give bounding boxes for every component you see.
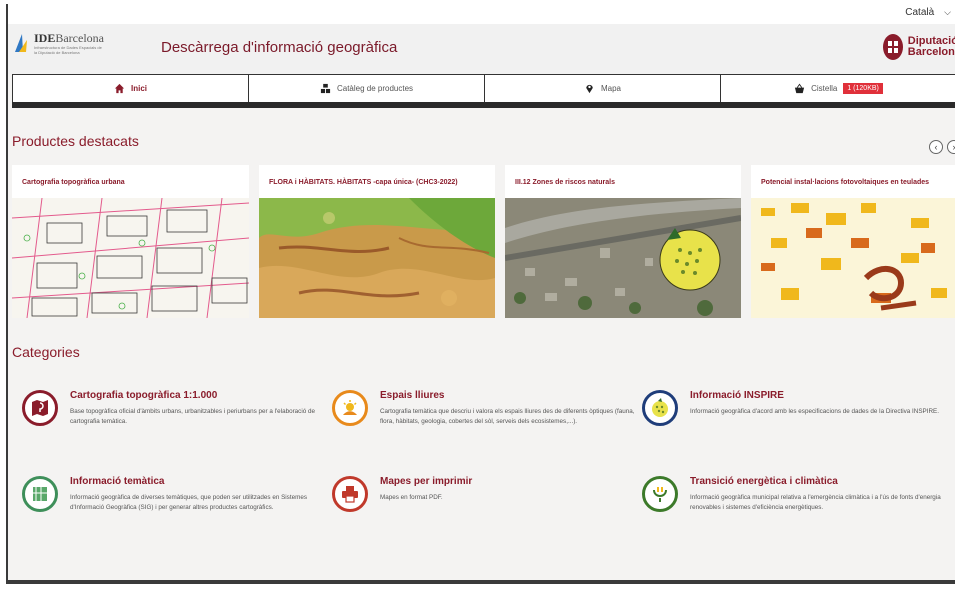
diputacio-seal-icon xyxy=(882,34,903,60)
category-title: Cartografia topogràfica 1:1.000 xyxy=(70,390,218,401)
thematic-map-icon xyxy=(22,476,58,512)
nav-inici[interactable]: Inici xyxy=(13,75,249,102)
category-desc: Base topogràfica oficial d'àmbits urbans… xyxy=(70,408,315,425)
carousel-prev-button[interactable]: ‹ xyxy=(929,140,943,154)
nav-cataleg[interactable]: Catàleg de productes xyxy=(249,75,485,102)
category-item[interactable]: Informació temàtica Informació geogràfic… xyxy=(22,476,318,536)
carousel-controls: ‹ › xyxy=(929,140,955,154)
product-card-title: FLORA i HÀBITATS. HÀBITATS -capa única- … xyxy=(269,179,458,186)
page-title: Descàrrega d'informació geogràfica xyxy=(161,39,398,56)
product-card[interactable]: III.12 Zones de riscos naturals xyxy=(505,165,741,318)
nav-label-cataleg: Catàleg de productes xyxy=(336,84,414,93)
product-thumbnail-habitats xyxy=(259,198,495,318)
site-header: IDEBarcelona Infraestructura de Dades Es… xyxy=(8,24,955,74)
basket-icon xyxy=(795,83,805,94)
nav-label-cistella: Cistella xyxy=(811,84,838,93)
ide-logo-icon xyxy=(15,34,27,52)
featured-section-title: Productes destacats xyxy=(12,133,139,149)
featured-carousel: Cartografia topogràfica urbana FLORA i H… xyxy=(12,165,955,318)
nav-label-mapa: Mapa xyxy=(600,84,621,93)
category-title: Informació temàtica xyxy=(70,476,165,487)
product-card-title: III.12 Zones de riscos naturals xyxy=(515,179,615,186)
nav-label-inici: Inici xyxy=(130,84,147,93)
nav-cistella[interactable]: Cistella 1 (120KB) xyxy=(721,75,955,102)
inspire-globe-icon xyxy=(642,390,678,426)
category-title: Mapes per imprimir xyxy=(380,476,473,487)
sun-landscape-icon xyxy=(332,390,368,426)
product-thumbnail-topographic xyxy=(12,198,249,318)
product-card[interactable]: Potencial instal·lacions fotovoltaiques … xyxy=(751,165,955,318)
category-desc: Cartografia temàtica que descriu i valor… xyxy=(380,408,635,425)
product-card[interactable]: Cartografia topogràfica urbana xyxy=(12,165,249,318)
topographic-map-icon xyxy=(22,390,58,426)
main-nav: Inici Catàleg de productes Mapa Cistella xyxy=(12,74,955,102)
category-desc: Informació geogràfica de diverses temàti… xyxy=(70,494,307,511)
map-pin-icon xyxy=(586,84,593,94)
nav-mapa[interactable]: Mapa xyxy=(485,75,721,102)
chevron-down-icon: ⌵ xyxy=(944,7,951,17)
carousel-next-button[interactable]: › xyxy=(947,140,955,154)
category-item[interactable]: Mapes per imprimir Mapes en format PDF. xyxy=(332,476,628,536)
home-icon xyxy=(114,83,125,94)
page-frame: Català ⌵ IDEBarcelona Infraestructura de… xyxy=(6,4,955,584)
language-label: Català xyxy=(905,7,935,18)
category-title: Transició energètica i climàtica xyxy=(690,476,838,487)
category-item[interactable]: Transició energètica i climàtica Informa… xyxy=(642,476,941,536)
product-card-title: Potencial instal·lacions fotovoltaiques … xyxy=(761,179,930,186)
product-thumbnail-photovoltaic xyxy=(751,198,955,318)
category-desc: Mapes en format PDF. xyxy=(380,494,443,501)
org-line2: Barcelona xyxy=(907,46,955,58)
energy-plug-icon xyxy=(642,476,678,512)
diputacio-logo[interactable]: Diputació Barcelona xyxy=(882,33,955,61)
category-title: Espais lliures xyxy=(380,390,445,401)
product-card-title: Cartografia topogràfica urbana xyxy=(22,179,125,186)
logo-subtitle: Infraestructura de Dades Espacials de la… xyxy=(34,45,102,55)
logo-brand-rest: Barcelona xyxy=(55,31,104,45)
category-title: Informació INSPIRE xyxy=(690,390,784,401)
catalog-icon xyxy=(320,83,331,94)
logo-brand: IDE xyxy=(34,31,56,45)
language-select[interactable]: Català ⌵ xyxy=(905,7,951,18)
printer-icon xyxy=(332,476,368,512)
category-item[interactable]: Cartografia topogràfica 1:1.000 Base top… xyxy=(22,390,318,450)
category-desc: Informació geogràfica municipal relativa… xyxy=(690,494,941,511)
cart-badge: 1 (120KB) xyxy=(843,83,883,94)
product-thumbnail-risks xyxy=(505,198,741,318)
categories-section-title: Categories xyxy=(12,344,80,360)
category-item[interactable]: Espais lliures Cartografia temàtica que … xyxy=(332,390,634,450)
category-item[interactable]: Informació INSPIRE Informació geogràfica… xyxy=(642,390,939,450)
ide-barcelona-logo[interactable]: IDEBarcelona Infraestructura de Dades Es… xyxy=(14,32,104,55)
language-bar: Català ⌵ xyxy=(8,4,955,24)
nav-divider xyxy=(12,102,955,108)
product-card[interactable]: FLORA i HÀBITATS. HÀBITATS -capa única- … xyxy=(259,165,495,318)
category-desc: Informació geogràfica d'acord amb les es… xyxy=(690,408,940,415)
